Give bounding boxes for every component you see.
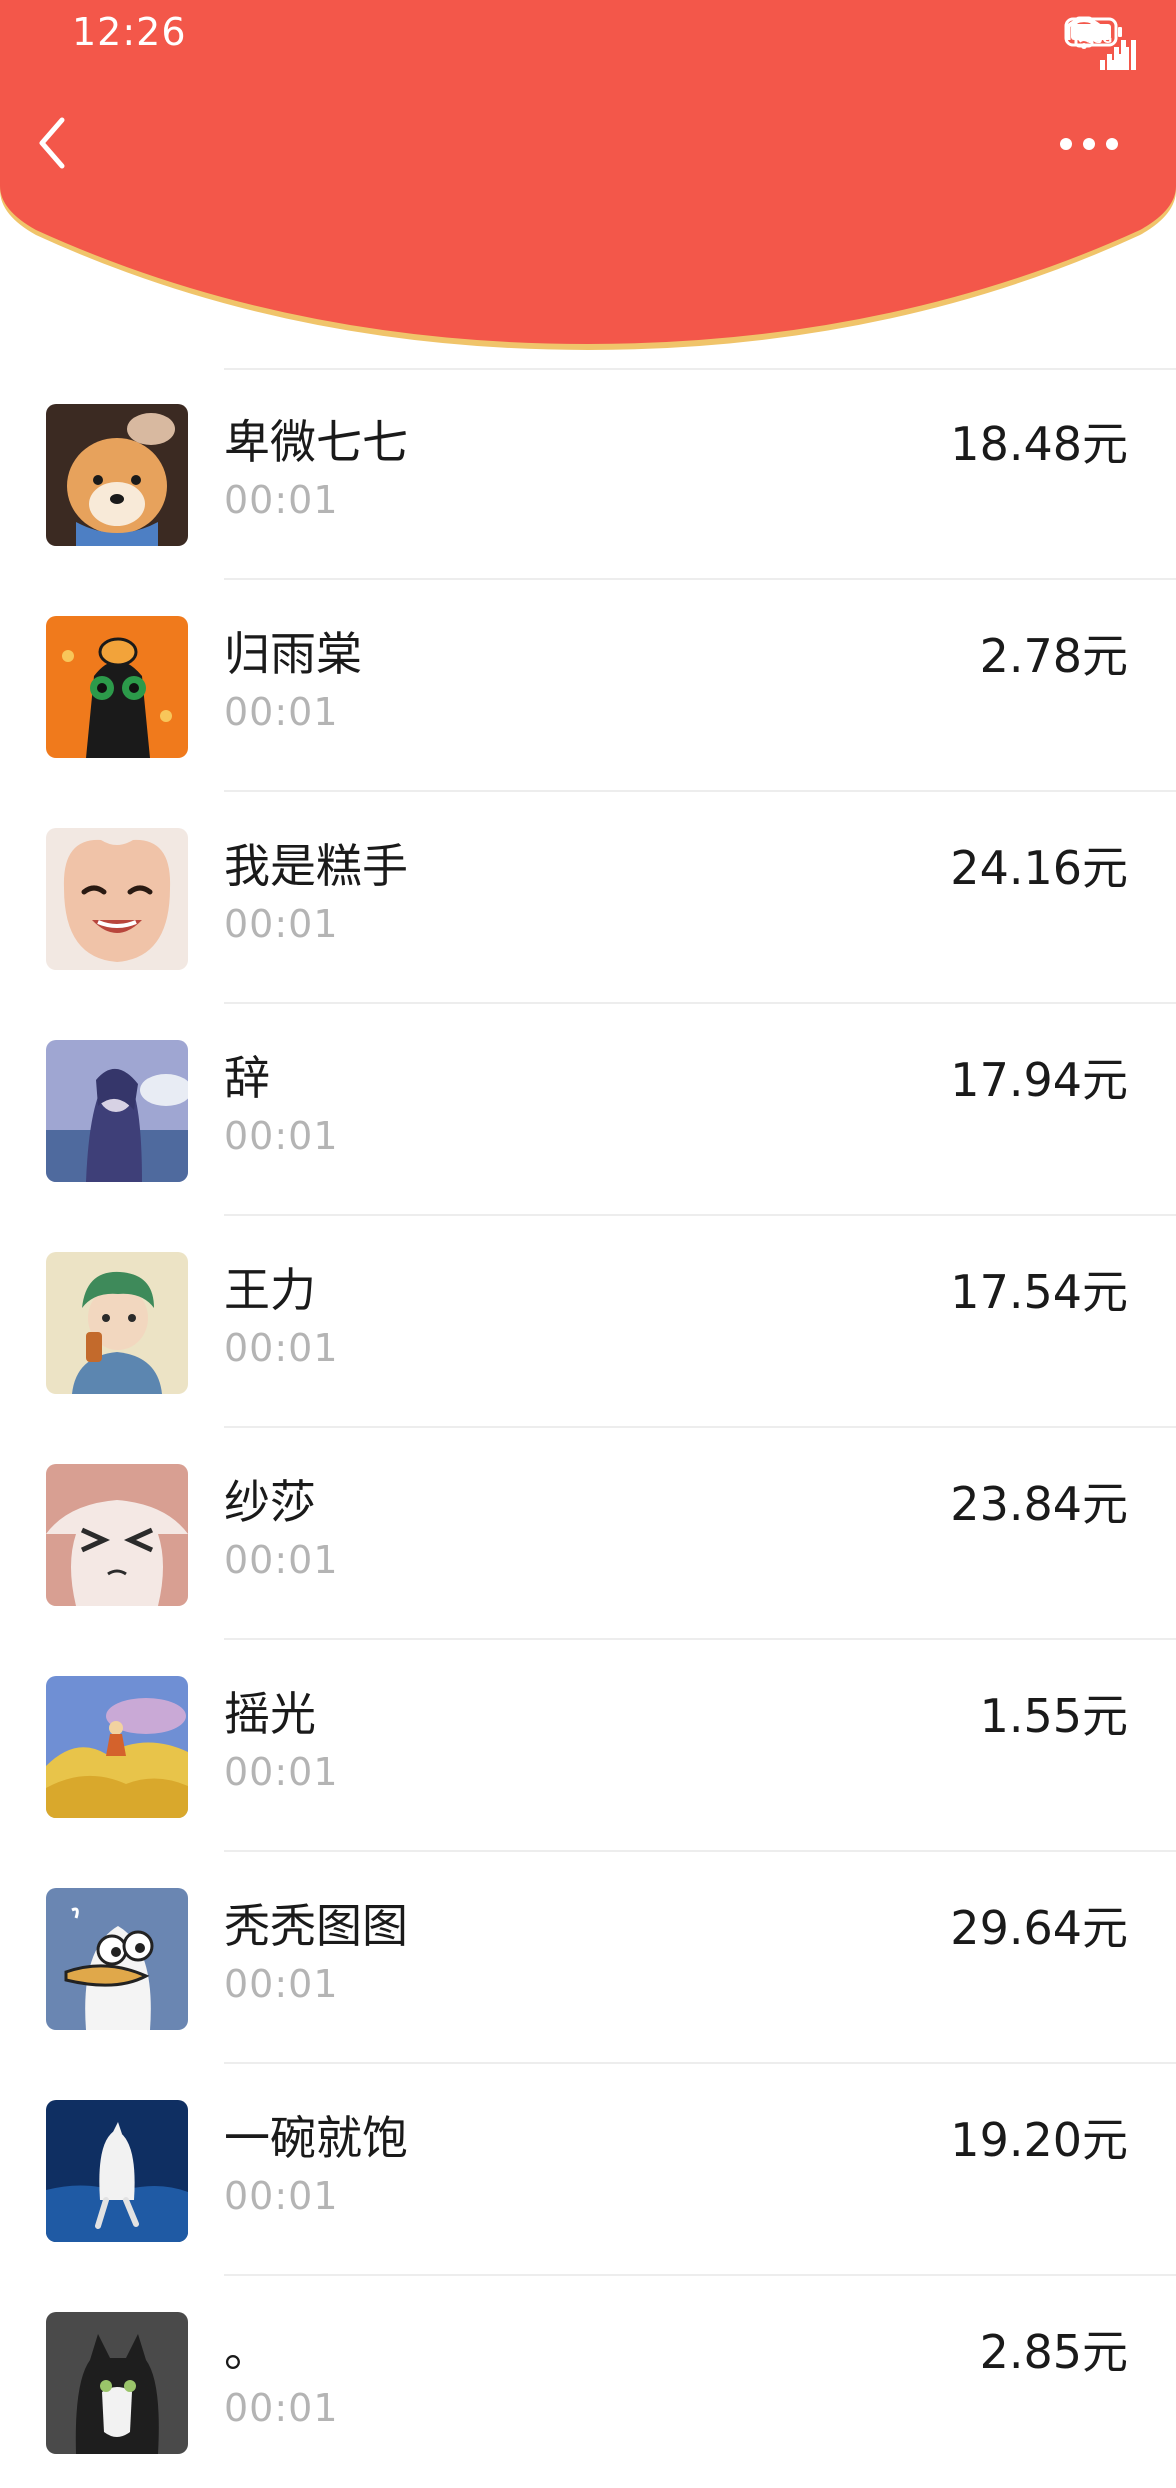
list-item[interactable]: 我是糕手 00:01 24.16元 xyxy=(0,792,1176,1004)
amount: 29.64元 xyxy=(950,1901,1128,1955)
avatar[interactable] xyxy=(46,2312,188,2454)
avatar[interactable] xyxy=(46,1888,188,2030)
list-item[interactable]: 。 00:01 2.85元 xyxy=(0,2276,1176,2488)
amount: 17.94元 xyxy=(950,1053,1128,1107)
list-item[interactable]: 卑微七七 00:01 18.48元 xyxy=(0,368,1176,580)
claim-time: 00:01 xyxy=(224,690,339,734)
list-item[interactable]: 摇光 00:01 1.55元 xyxy=(0,1640,1176,1852)
claim-time: 00:01 xyxy=(224,902,339,946)
status-icons: 4G 4G xyxy=(1064,14,1136,70)
recipient-name: 一碗就饱 xyxy=(224,2111,408,2165)
list-item[interactable]: 一碗就饱 00:01 19.20元 xyxy=(0,2064,1176,2276)
more-dots-icon xyxy=(1060,138,1118,150)
amount: 17.54元 xyxy=(950,1265,1128,1319)
more-button[interactable] xyxy=(1054,124,1124,164)
avatar[interactable] xyxy=(46,1252,188,1394)
claim-time: 00:01 xyxy=(224,1538,339,1582)
avatar[interactable] xyxy=(46,828,188,970)
claim-time: 00:01 xyxy=(224,1962,339,2006)
list-item[interactable]: 辞 00:01 17.94元 xyxy=(0,1004,1176,1216)
recipient-name: 卑微七七 xyxy=(224,415,408,469)
claim-time: 00:01 xyxy=(224,1326,339,1370)
recipient-list: 卑微七七 00:01 18.48元 归雨棠 00:01 2.78元 我是糕手 0… xyxy=(0,368,1176,2488)
recipient-name: 王力 xyxy=(224,1263,316,1317)
avatar[interactable] xyxy=(46,1676,188,1818)
recipient-name: 纱莎 xyxy=(224,1475,316,1529)
recipient-name: 。 xyxy=(224,2323,270,2377)
status-time: 12:26 xyxy=(72,10,187,54)
status-bar: 12:26 4G xyxy=(0,0,1176,72)
claim-time: 00:01 xyxy=(224,2174,339,2218)
recipient-name: 归雨棠 xyxy=(224,627,362,681)
avatar[interactable] xyxy=(46,1464,188,1606)
amount: 19.20元 xyxy=(950,2113,1128,2167)
back-button[interactable] xyxy=(28,110,78,176)
avatar[interactable] xyxy=(46,616,188,758)
amount: 2.78元 xyxy=(979,629,1128,683)
avatar[interactable] xyxy=(46,2100,188,2242)
list-item[interactable]: 归雨棠 00:01 2.78元 xyxy=(0,580,1176,792)
amount: 18.48元 xyxy=(950,417,1128,471)
amount: 23.84元 xyxy=(950,1477,1128,1531)
claim-time: 00:01 xyxy=(224,1750,339,1794)
avatar[interactable] xyxy=(46,1040,188,1182)
chevron-left-icon xyxy=(39,117,65,169)
header: 12:26 4G xyxy=(0,0,1176,350)
claim-time: 00:01 xyxy=(224,2386,339,2430)
amount: 2.85元 xyxy=(979,2325,1128,2379)
amount: 24.16元 xyxy=(950,841,1128,895)
recipient-name: 我是糕手 xyxy=(224,839,408,893)
list-item[interactable]: 秃秃图图 00:01 29.64元 xyxy=(0,1852,1176,2064)
recipient-name: 辞 xyxy=(224,1051,270,1105)
list-item[interactable]: 王力 00:01 17.54元 xyxy=(0,1216,1176,1428)
recipient-name: 秃秃图图 xyxy=(224,1899,408,1953)
amount: 1.55元 xyxy=(979,1689,1128,1743)
claim-time: 00:01 xyxy=(224,478,339,522)
list-item[interactable]: 纱莎 00:01 23.84元 xyxy=(0,1428,1176,1640)
avatar[interactable] xyxy=(46,404,188,546)
recipient-name: 摇光 xyxy=(224,1687,316,1741)
claim-time: 00:01 xyxy=(224,1114,339,1158)
